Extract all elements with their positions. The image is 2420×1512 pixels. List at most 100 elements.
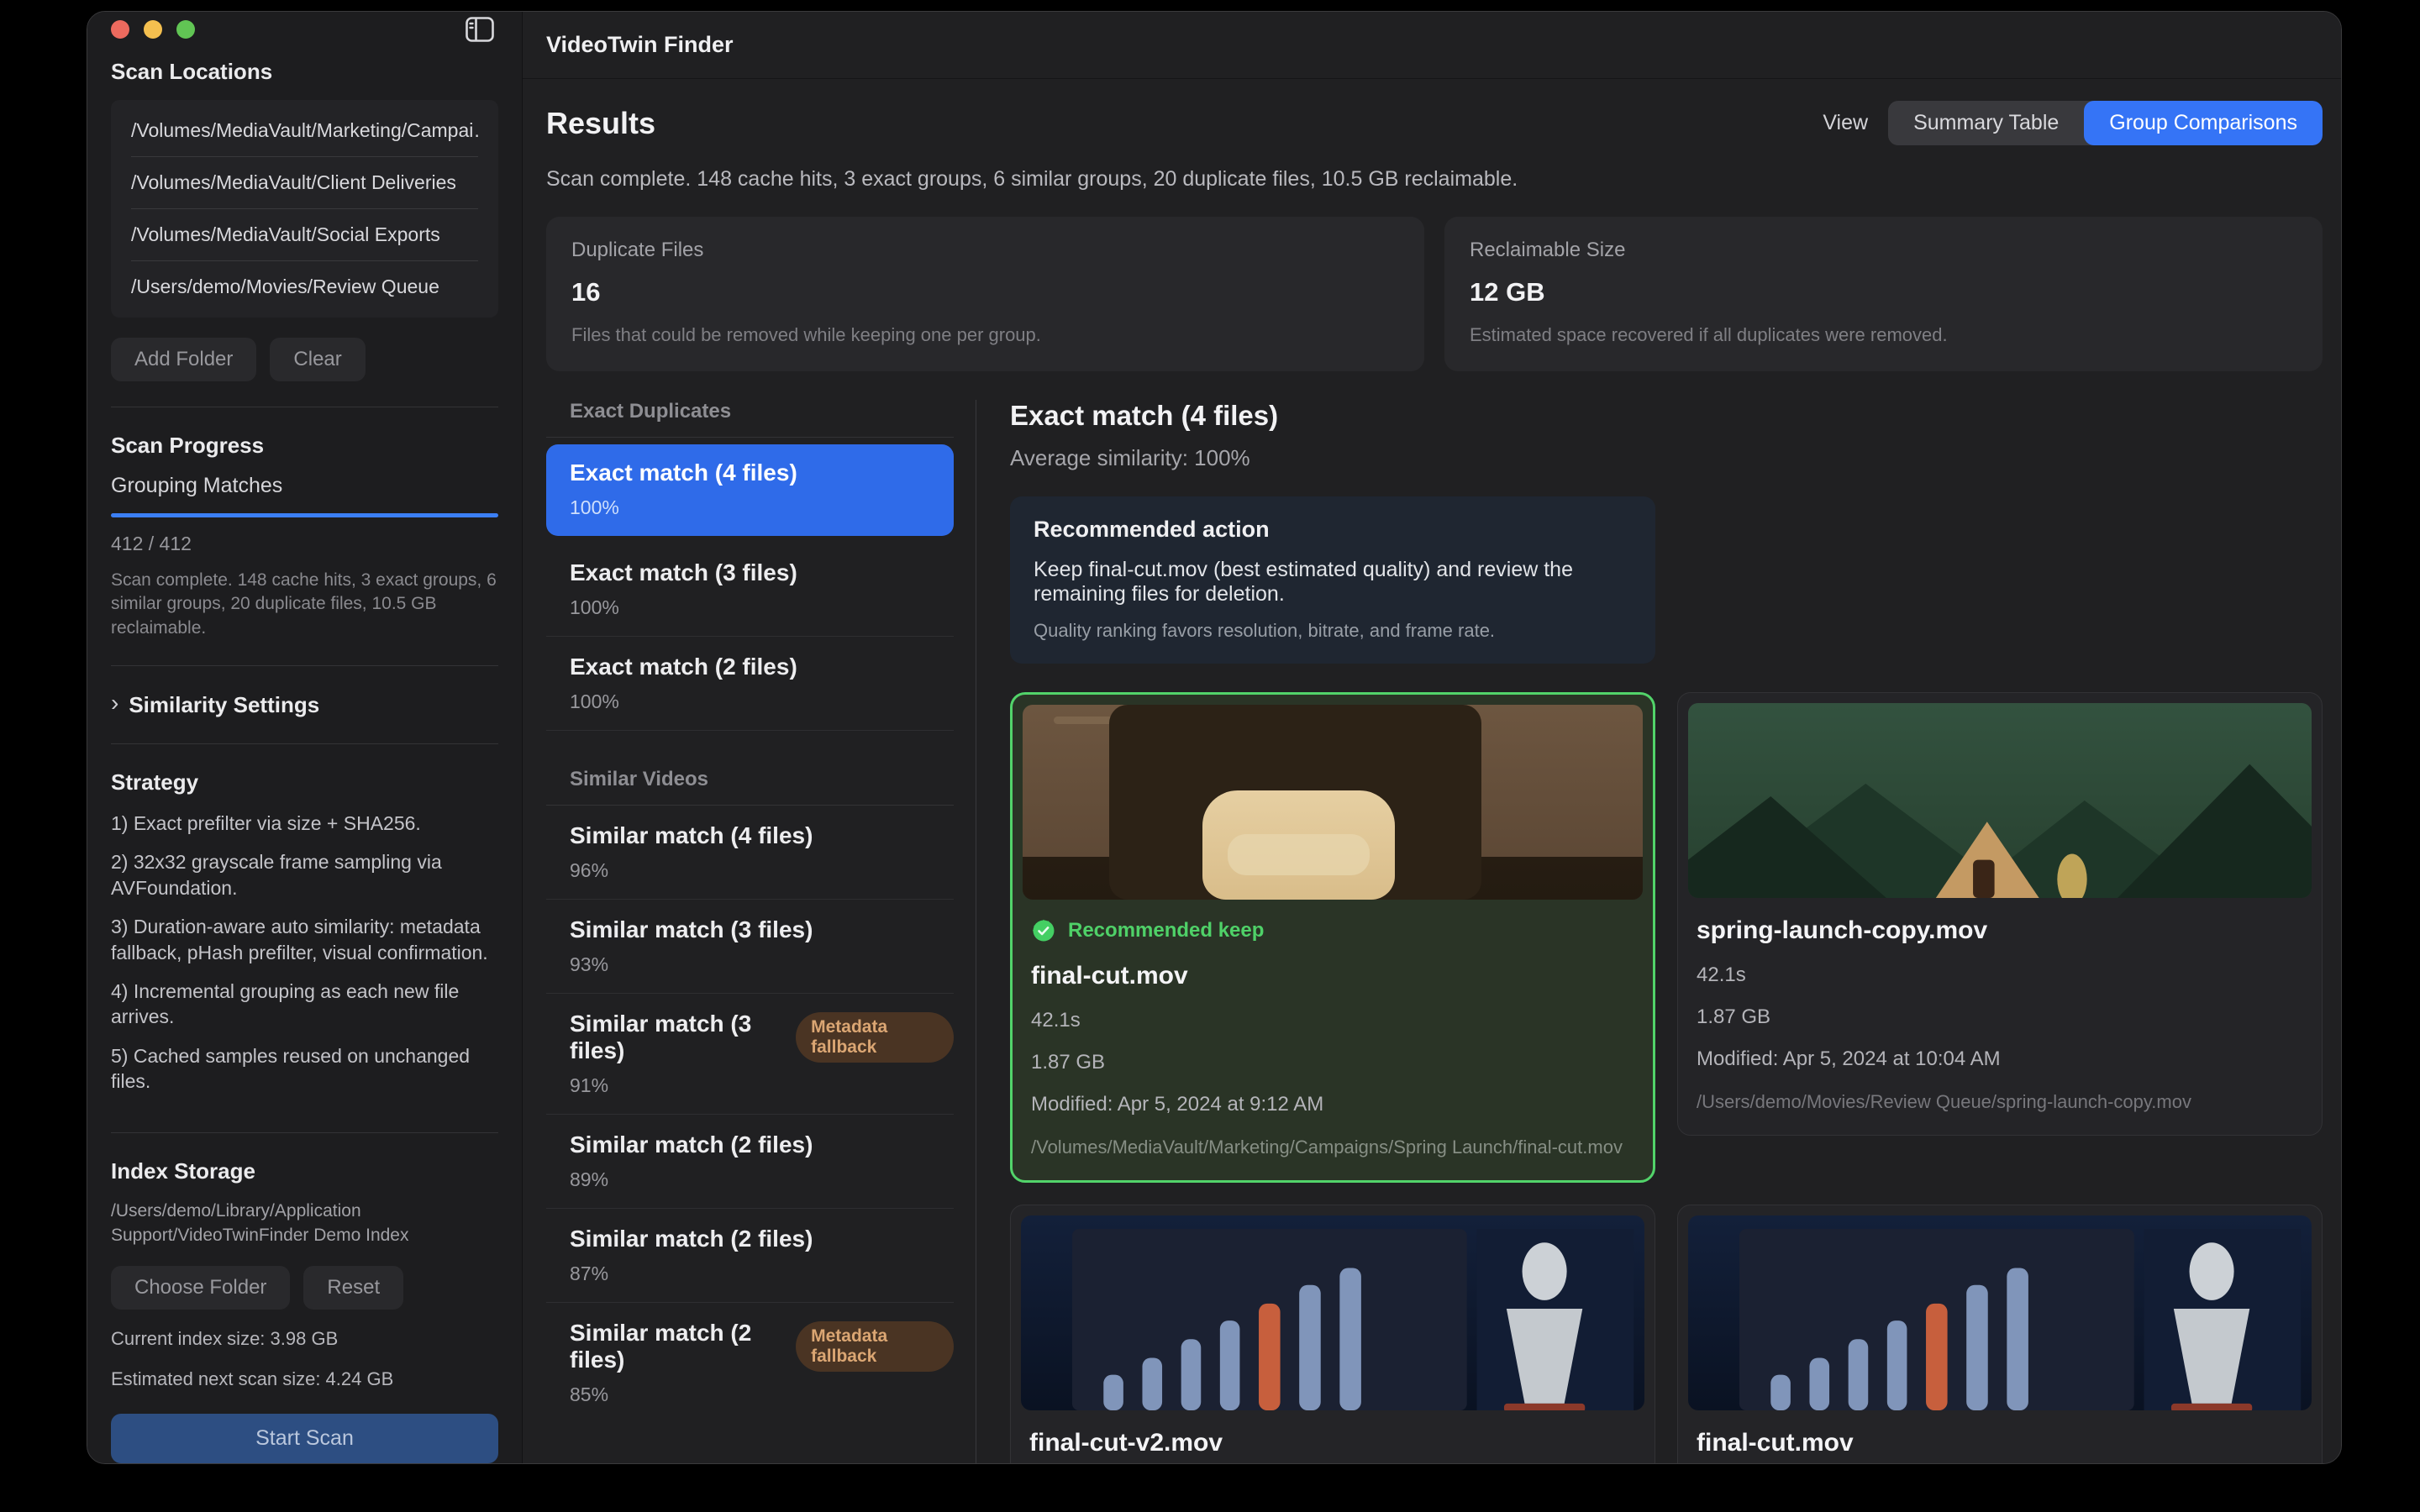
strategy-step: 1) Exact prefilter via size + SHA256. bbox=[111, 811, 498, 836]
group-item-similarity: 91% bbox=[570, 1074, 954, 1097]
divider bbox=[111, 1132, 498, 1133]
app-title: VideoTwin Finder bbox=[546, 32, 734, 58]
file-card-final-cut[interactable]: Recommended keep final-cut.mov 42.1s 1.8… bbox=[1010, 692, 1655, 1183]
file-name: final-cut.mov bbox=[1031, 962, 1634, 990]
video-thumbnail-mountains bbox=[1688, 703, 2312, 898]
file-name: spring-launch-copy.mov bbox=[1697, 916, 2303, 945]
strategy-step: 4) Incremental grouping as each new file… bbox=[111, 979, 498, 1030]
group-item-label: Exact match (2 files) bbox=[570, 654, 954, 680]
strategy-title: Strategy bbox=[111, 769, 498, 795]
group-item-similar-4[interactable]: Similar match (2 files) 89% bbox=[546, 1115, 954, 1209]
scan-location-row[interactable]: /Users/demo/Movies/Review Queue bbox=[131, 261, 478, 312]
file-name: final-cut-v2.mov bbox=[1029, 1429, 1636, 1457]
window-controls bbox=[111, 20, 195, 39]
close-button[interactable] bbox=[111, 20, 129, 39]
video-thumbnail-chart bbox=[1688, 1215, 2312, 1410]
group-comparisons-tab[interactable]: Group Comparisons bbox=[2084, 101, 2323, 145]
group-item-label: Similar match (2 files) bbox=[570, 1131, 954, 1158]
video-thumbnail-chart bbox=[1021, 1215, 1644, 1410]
group-item-label: Exact match (4 files) bbox=[570, 459, 954, 486]
group-item-similarity: 89% bbox=[570, 1168, 954, 1191]
stat-caption: Files that could be removed while keepin… bbox=[571, 324, 1399, 346]
index-storage-title: Index Storage bbox=[111, 1158, 498, 1184]
scan-location-row[interactable]: /Volumes/MediaVault/Social Exports bbox=[131, 209, 478, 261]
file-name: final-cut.mov bbox=[1697, 1429, 2303, 1457]
duplicate-files-stat-card: Duplicate Files 16 Files that could be r… bbox=[546, 217, 1424, 371]
scan-locations-title: Scan Locations bbox=[111, 59, 498, 85]
recommended-keep-label: Recommended keep bbox=[1068, 919, 1264, 942]
stat-label: Duplicate Files bbox=[571, 239, 1399, 262]
recommended-action-note: Quality ranking favors resolution, bitra… bbox=[1034, 620, 1632, 642]
divider bbox=[111, 743, 498, 744]
video-thumbnail-podium bbox=[1023, 705, 1643, 900]
scan-progress-count: 412 / 412 bbox=[111, 533, 498, 555]
group-item-similar-5[interactable]: Similar match (2 files) 87% bbox=[546, 1209, 954, 1303]
zoom-button[interactable] bbox=[176, 20, 195, 39]
file-card-final-cut-archive[interactable]: final-cut.mov 42.1s 1.87 GB Modified: Ap… bbox=[1677, 1205, 2323, 1463]
detail-title: Exact match (4 files) bbox=[1010, 400, 2323, 432]
group-list: Exact Duplicates Exact match (4 files) 1… bbox=[546, 400, 976, 1463]
group-item-label: Similar match (2 files) bbox=[570, 1226, 954, 1252]
group-item-similarity: 96% bbox=[570, 859, 954, 882]
stat-caption: Estimated space recovered if all duplica… bbox=[1470, 324, 2297, 346]
recommended-action-title: Recommended action bbox=[1034, 517, 1632, 543]
file-size: 1.87 GB bbox=[1031, 1051, 1634, 1074]
choose-folder-button[interactable]: Choose Folder bbox=[111, 1266, 290, 1310]
group-item-similarity: 85% bbox=[570, 1383, 954, 1406]
check-seal-icon bbox=[1031, 918, 1056, 943]
group-item-similarity: 87% bbox=[570, 1263, 954, 1285]
file-path: /Volumes/MediaVault/Marketing/Campaigns/… bbox=[1031, 1137, 1634, 1158]
scan-location-row[interactable]: /Volumes/MediaVault/Marketing/Campai… bbox=[131, 105, 478, 157]
strategy-step: 2) 32x32 grayscale frame sampling via AV… bbox=[111, 849, 498, 900]
index-storage-path: /Users/demo/Library/Application Support/… bbox=[111, 1200, 498, 1247]
scan-progress-title: Scan Progress bbox=[111, 433, 498, 459]
scan-location-row[interactable]: /Volumes/MediaVault/Client Deliveries bbox=[131, 157, 478, 209]
stat-value: 16 bbox=[571, 277, 1399, 307]
group-item-similar-6[interactable]: Similar match (2 files) Metadata fallbac… bbox=[546, 1303, 954, 1423]
similarity-settings-disclosure[interactable]: › Similarity Settings bbox=[111, 691, 498, 718]
similar-videos-header: Similar Videos bbox=[546, 768, 954, 806]
stat-value: 12 GB bbox=[1470, 277, 2297, 307]
group-item-label: Similar match (3 files) bbox=[570, 916, 954, 943]
group-item-exact-2[interactable]: Exact match (3 files) 100% bbox=[546, 543, 954, 637]
scan-progress-bar bbox=[111, 513, 498, 517]
strategy-step: 5) Cached samples reused on unchanged fi… bbox=[111, 1043, 498, 1095]
group-item-label: Similar match (3 files) bbox=[570, 1011, 781, 1064]
similarity-settings-label: Similarity Settings bbox=[129, 692, 319, 718]
titlebar: VideoTwin Finder bbox=[523, 12, 2341, 79]
results-title: Results bbox=[546, 106, 655, 141]
next-scan-size: Estimated next scan size: 4.24 GB bbox=[111, 1368, 498, 1390]
group-item-similar-2[interactable]: Similar match (3 files) 93% bbox=[546, 900, 954, 994]
group-item-similar-1[interactable]: Similar match (4 files) 96% bbox=[546, 806, 954, 900]
detail-subtitle: Average similarity: 100% bbox=[1010, 445, 2323, 471]
group-item-exact-3[interactable]: Exact match (2 files) 100% bbox=[546, 637, 954, 731]
recommended-action-body: Keep final-cut.mov (best estimated quali… bbox=[1034, 558, 1632, 606]
group-item-exact-1[interactable]: Exact match (4 files) 100% bbox=[546, 444, 954, 536]
group-item-label: Similar match (4 files) bbox=[570, 822, 954, 849]
reset-button[interactable]: Reset bbox=[303, 1266, 403, 1310]
sidebar-toggle-icon[interactable] bbox=[461, 13, 498, 46]
metadata-fallback-badge: Metadata fallback bbox=[796, 1012, 954, 1063]
main-area: VideoTwin Finder Results View Summary Ta… bbox=[523, 12, 2341, 1463]
group-item-similarity: 93% bbox=[570, 953, 954, 976]
sidebar-titlebar bbox=[111, 12, 498, 47]
metadata-fallback-badge: Metadata fallback bbox=[796, 1321, 954, 1372]
group-item-similarity: 100% bbox=[570, 496, 954, 519]
scan-locations-list: /Volumes/MediaVault/Marketing/Campai… /V… bbox=[111, 100, 498, 318]
group-item-label: Exact match (3 files) bbox=[570, 559, 954, 586]
file-card-final-cut-v2[interactable]: final-cut-v2.mov 42.1s 1.87 GB Modified:… bbox=[1010, 1205, 1655, 1463]
group-item-similarity: 100% bbox=[570, 596, 954, 619]
group-item-similar-3[interactable]: Similar match (3 files) Metadata fallbac… bbox=[546, 994, 954, 1115]
file-path: /Users/demo/Movies/Review Queue/spring-l… bbox=[1697, 1091, 2303, 1113]
recommended-action-card: Recommended action Keep final-cut.mov (b… bbox=[1010, 496, 1655, 664]
clear-button[interactable]: Clear bbox=[270, 338, 365, 381]
minimize-button[interactable] bbox=[144, 20, 162, 39]
sidebar: Scan Locations /Volumes/MediaVault/Marke… bbox=[87, 12, 523, 1463]
start-scan-button[interactable]: Start Scan bbox=[111, 1414, 498, 1463]
current-index-size: Current index size: 3.98 GB bbox=[111, 1328, 498, 1350]
summary-table-tab[interactable]: Summary Table bbox=[1888, 101, 2084, 145]
add-folder-button[interactable]: Add Folder bbox=[111, 338, 256, 381]
file-card-spring-launch-copy[interactable]: spring-launch-copy.mov 42.1s 1.87 GB Mod… bbox=[1677, 692, 2323, 1136]
strategy-step: 3) Duration-aware auto similarity: metad… bbox=[111, 914, 498, 965]
file-modified: Modified: Apr 5, 2024 at 10:04 AM bbox=[1697, 1047, 2303, 1071]
